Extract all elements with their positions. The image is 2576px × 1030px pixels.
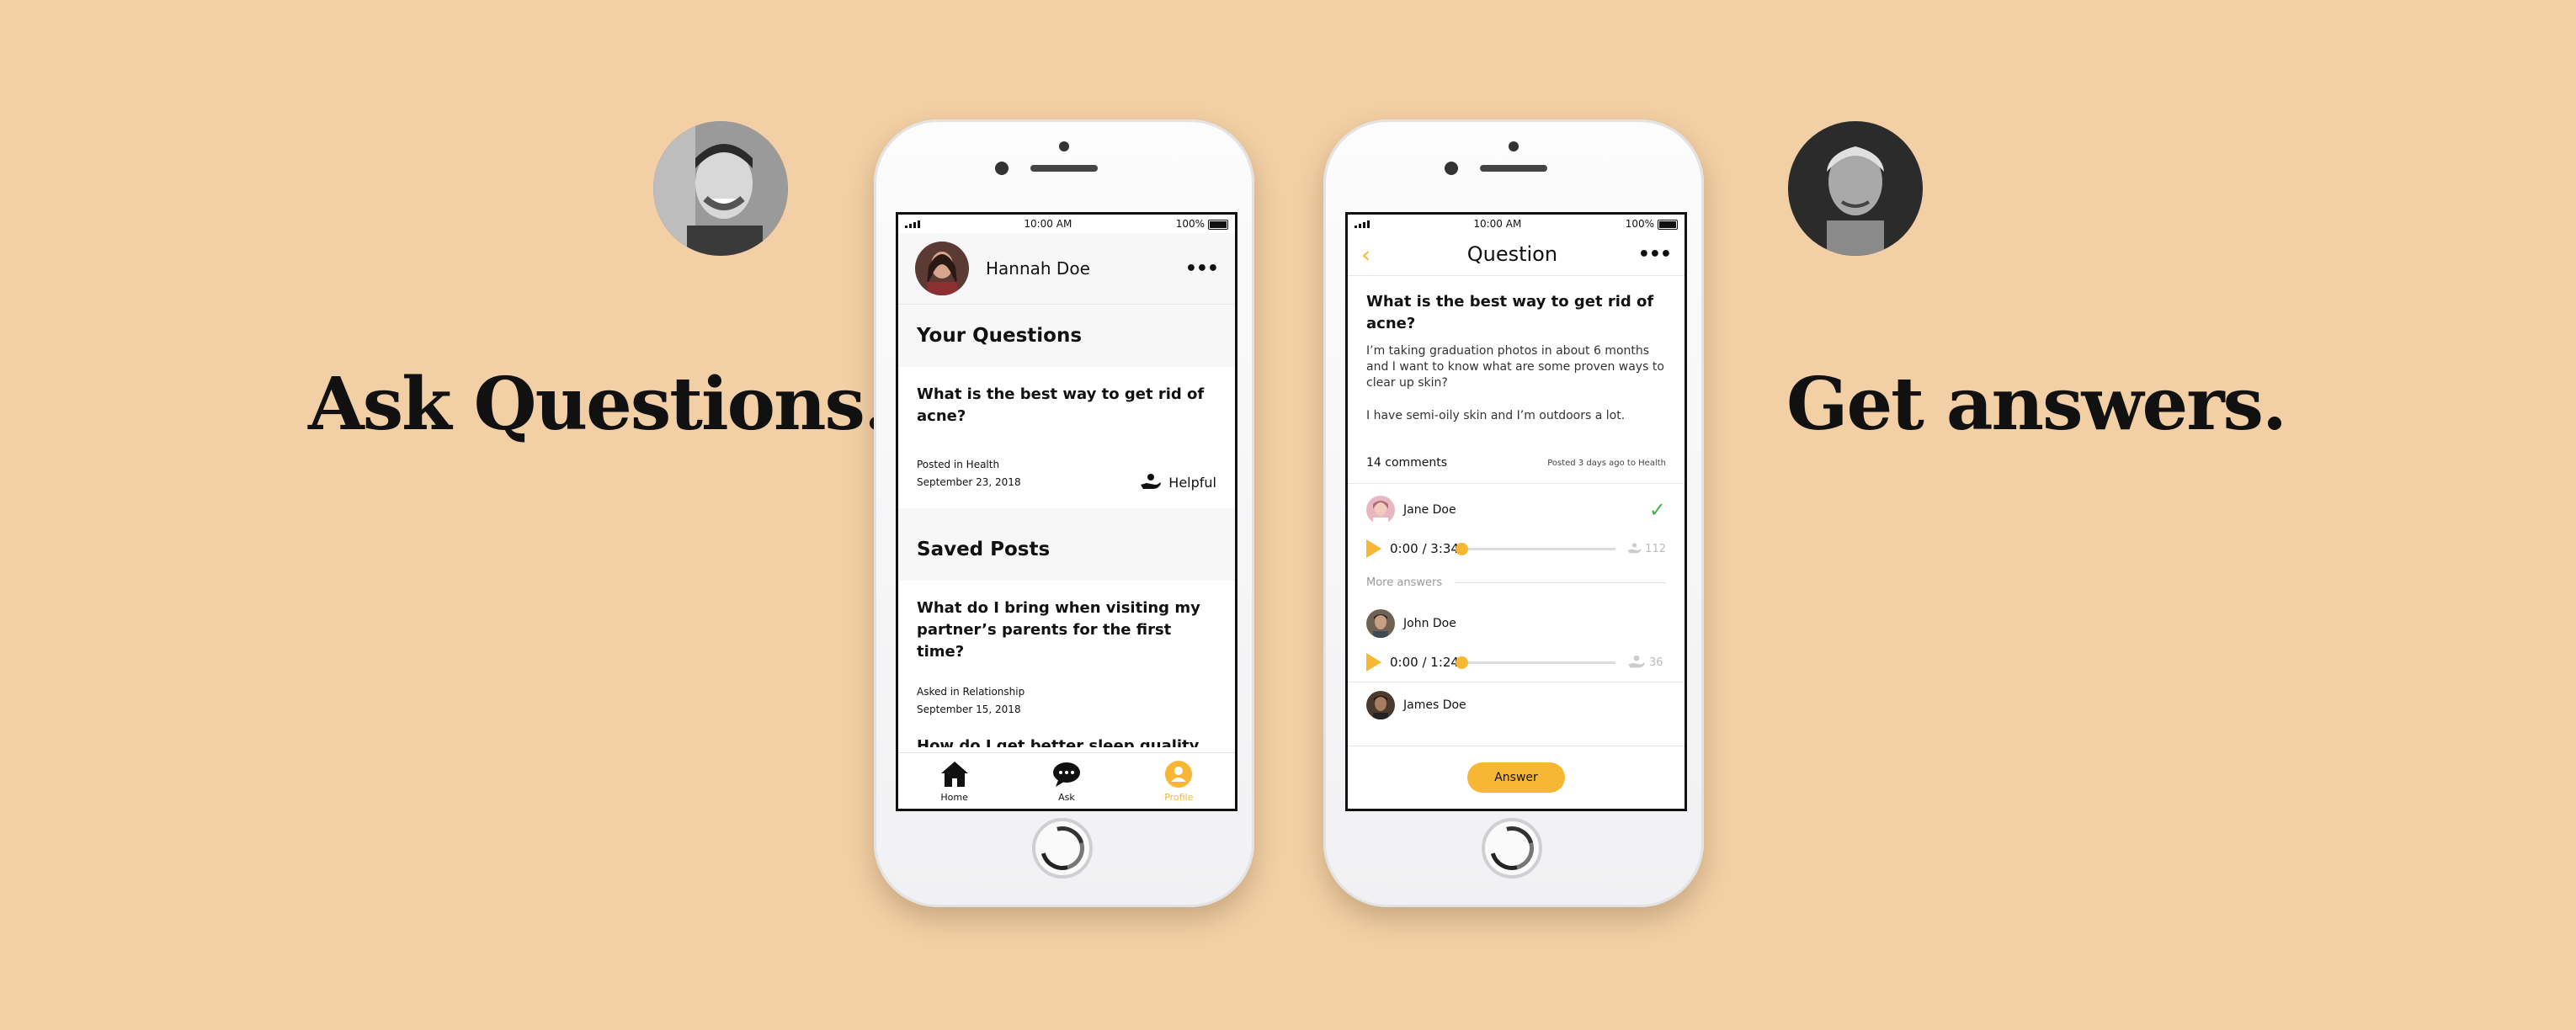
answerer-photo <box>1788 121 1923 256</box>
helpful-button[interactable]: Helpful <box>1140 473 1216 491</box>
more-answers-divider: More answers <box>1348 568 1685 597</box>
post-meta: Asked in Relationship September 15, 2018 <box>917 683 1216 719</box>
home-button[interactable] <box>1032 818 1093 879</box>
more-dots-icon[interactable]: ••• <box>1638 244 1672 265</box>
helpful-count[interactable]: 36 <box>1627 655 1666 670</box>
answer-button[interactable]: Answer <box>1467 762 1565 793</box>
comments-count[interactable]: 14 comments <box>1366 456 1447 470</box>
question-header: ‹ Question ••• <box>1348 233 1685 276</box>
more-dots-icon[interactable]: ••• <box>1185 258 1219 279</box>
tab-ask[interactable]: Ask <box>1033 760 1100 803</box>
signal-icon <box>905 220 920 228</box>
page-title: Question <box>1466 242 1558 266</box>
play-icon[interactable] <box>1366 539 1381 558</box>
helping-hand-icon <box>1628 655 1645 668</box>
question-text: I’m taking graduation photos in about 6 … <box>1366 344 1664 390</box>
accepted-check-icon: ✓ <box>1648 498 1666 522</box>
earpiece-speaker <box>1030 165 1098 172</box>
profile-name: Hannah Doe <box>986 258 1090 279</box>
tab-label: Ask <box>1058 791 1075 803</box>
front-camera <box>1445 162 1458 175</box>
home-button[interactable] <box>1482 818 1542 879</box>
phone-profile: 10:00 AM 100% Hannah Doe ••• Your Questi… <box>874 119 1254 907</box>
front-sensor <box>1059 141 1069 151</box>
audio-progress-track[interactable] <box>1456 542 1615 555</box>
play-icon[interactable] <box>1366 653 1381 672</box>
question-screen: 10:00 AM 100% ‹ Question ••• What is the… <box>1345 212 1687 811</box>
question-post[interactable]: What is the best way to get rid of acne?… <box>898 367 1235 508</box>
your-questions-title: Your Questions <box>898 305 1235 367</box>
battery-status: 100% <box>1176 218 1228 230</box>
tab-label: Home <box>940 791 968 803</box>
more-answers-label: More answers <box>1366 576 1443 589</box>
battery-status: 100% <box>1626 218 1678 230</box>
tab-bar: Home Ask Profile <box>898 752 1235 809</box>
front-sensor <box>1509 141 1519 151</box>
helping-hand-icon <box>1627 543 1642 554</box>
status-bar: 10:00 AM 100% <box>1348 215 1685 233</box>
avatar[interactable] <box>915 242 969 295</box>
tab-profile[interactable]: Profile <box>1145 760 1212 803</box>
profile-screen: 10:00 AM 100% Hannah Doe ••• Your Questi… <box>896 212 1237 811</box>
get-answers-headline: Get answers. <box>1786 362 2287 447</box>
audio-progress-handle[interactable] <box>1456 542 1468 555</box>
helpful-label: Helpful <box>1168 474 1216 491</box>
post-category: Posted in Health <box>917 459 1000 470</box>
helping-hand-icon <box>1141 474 1162 489</box>
tab-label: Profile <box>1164 791 1194 803</box>
profile-header: Hannah Doe ••• <box>898 233 1235 305</box>
audio-player: 0:00 / 3:34 112 <box>1366 539 1666 558</box>
answer-item: Jane Doe ✓ 0:00 / 3:34 112 <box>1348 484 1685 568</box>
audio-progress-track[interactable] <box>1456 656 1615 669</box>
phone-question: 10:00 AM 100% ‹ Question ••• What is the… <box>1323 119 1704 907</box>
divider-line <box>1456 582 1666 583</box>
question-text-2: I have semi-oily skin and I’m outdoors a… <box>1366 409 1626 422</box>
question-meta: 14 comments Posted 3 days ago to Health <box>1348 433 1685 484</box>
post-title: What do I bring when visiting my partner… <box>917 599 1200 661</box>
earpiece-speaker <box>1480 165 1547 172</box>
posted-info: Posted 3 days ago to Health <box>1547 458 1666 468</box>
section-spacer <box>898 508 1235 518</box>
audio-time: 0:00 / 3:34 <box>1390 541 1459 556</box>
post-date: September 23, 2018 <box>917 476 1021 488</box>
battery-icon <box>1208 219 1228 230</box>
profile-icon <box>1165 760 1193 788</box>
post-date: September 15, 2018 <box>917 703 1021 715</box>
answer-author: Jane Doe <box>1403 503 1456 517</box>
question-body: What is the best way to get rid of acne?… <box>1348 276 1685 433</box>
ask-questions-headline: Ask Questions. <box>308 362 889 447</box>
status-time: 10:00 AM <box>1024 218 1072 230</box>
status-bar: 10:00 AM 100% <box>898 215 1235 233</box>
answer-author: John Doe <box>1403 617 1456 630</box>
chat-bubble-icon <box>1052 762 1080 787</box>
answer-item: John Doe 0:00 / 1:24 36 <box>1348 597 1685 682</box>
answer-item: James Doe <box>1348 682 1685 730</box>
question-heading: What is the best way to get rid of acne? <box>1366 293 1654 332</box>
tab-home[interactable]: Home <box>921 760 988 803</box>
audio-progress-handle[interactable] <box>1456 656 1468 669</box>
saved-posts-title: Saved Posts <box>898 518 1235 581</box>
signal-icon <box>1355 220 1370 228</box>
audio-player: 0:00 / 1:24 36 <box>1366 653 1666 672</box>
audio-time: 0:00 / 1:24 <box>1390 655 1459 670</box>
status-time: 10:00 AM <box>1473 218 1522 230</box>
saved-post[interactable]: What do I bring when visiting my partner… <box>898 581 1235 735</box>
post-title: What is the best way to get rid of acne? <box>917 385 1205 425</box>
peek-post-title[interactable]: How do I get better sleep quality as a <box>898 735 1235 747</box>
avatar[interactable] <box>1366 691 1395 719</box>
answer-bar: Answer <box>1348 746 1685 809</box>
avatar[interactable] <box>1366 609 1395 638</box>
asker-photo <box>653 121 788 256</box>
helpful-count[interactable]: 112 <box>1627 541 1666 556</box>
back-chevron-icon[interactable]: ‹ <box>1361 241 1386 268</box>
answer-author: James Doe <box>1403 698 1466 712</box>
post-category: Asked in Relationship <box>917 686 1025 698</box>
post-meta: Posted in Health September 23, 2018 Help… <box>917 456 1216 491</box>
home-icon <box>940 761 968 787</box>
avatar[interactable] <box>1366 496 1395 524</box>
battery-icon <box>1658 219 1678 230</box>
front-camera <box>995 162 1009 175</box>
